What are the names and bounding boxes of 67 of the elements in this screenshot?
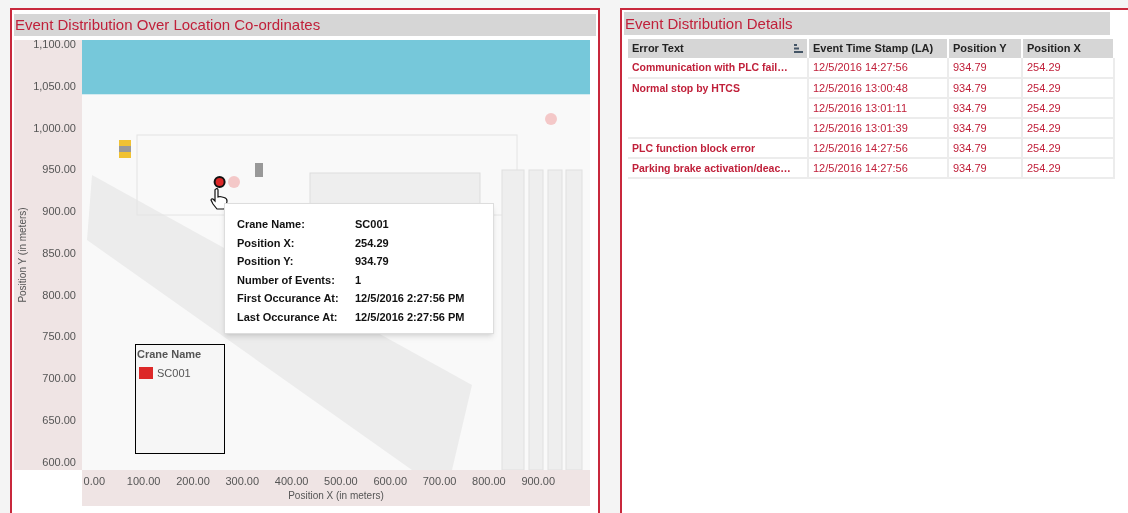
table-cell: 12/5/2016 13:00:48 [808,78,948,98]
x-tick-label: 700.00 [422,475,457,487]
x-tick-label: 900.00 [521,475,556,487]
tooltip-label: Crane Name: [237,217,306,232]
x-tick-label: 100.00 [126,475,161,487]
x-tick-label: 0.00 [83,475,106,487]
table-cell: Communication with PLC fail… [628,58,808,78]
tooltip-label: Position X: [237,235,296,251]
y-tick-label: 850.00 [42,246,76,259]
y-tick-label: 950.00 [42,163,76,176]
tooltip-label: Last Occurance At: [237,309,339,325]
tooltip-value: 1 [355,272,363,288]
table-cell: 934.79 [948,98,1022,118]
table-cell: PLC function block error [628,138,808,158]
table-cell: 12/5/2016 13:01:39 [808,118,948,138]
y-tick-label: 700.00 [42,372,76,385]
y-tick-label: 600.00 [42,455,76,468]
x-tick-label: 400.00 [274,475,309,487]
tooltip-value: 934.79 [355,254,390,269]
table-cell: 934.79 [948,58,1022,78]
tooltip-value: 12/5/2016 2:27:56 PM [355,309,466,325]
x-tick-label: 300.00 [225,475,260,487]
table-cell: 934.79 [948,78,1022,98]
table-cell: 12/5/2016 14:27:56 [808,158,948,178]
table-cell: 254.29 [1022,158,1114,178]
table-cell: Normal stop by HTCS [628,78,808,138]
tooltip-value: 12/5/2016 2:27:56 PM [355,291,466,306]
table-cell: 934.79 [948,118,1022,138]
y-tick-label: 650.00 [42,413,76,426]
x-tick-label: 500.00 [324,475,358,487]
tooltip-label: Number of Events: [237,272,336,288]
table-cell: 254.29 [1022,118,1114,138]
tooltip-label: First Occurance At: [237,291,340,306]
tooltip-value: 254.29 [355,235,390,251]
sort-icon[interactable] [794,44,803,53]
x-tick-label: 600.00 [373,475,408,487]
column-header[interactable]: Event Time Stamp (LA) [808,39,948,58]
table-cell: Parking brake activation/deac… [628,158,808,178]
y-tick-label: 800.00 [42,288,76,301]
table-cell: 254.29 [1022,78,1114,98]
table-cell: 12/5/2016 14:27:56 [808,58,948,78]
table-cell: 934.79 [948,138,1022,158]
tooltip-value: SC001 [355,217,390,232]
column-header[interactable]: Position Y [948,39,1022,58]
table-cell: 934.79 [948,158,1022,178]
y-tick-label: 750.00 [42,330,76,343]
y-tick-label: 1,050.00 [33,79,76,92]
x-tick-label: 800.00 [472,475,506,487]
column-header[interactable]: Position X [1022,39,1114,58]
panel-title: Event Distribution Over Location Co-ordinates [14,14,596,36]
table-cell: 254.29 [1022,98,1114,118]
tooltip-label: Position Y: [237,254,295,269]
table-cell: 12/5/2016 13:01:11 [808,98,948,118]
table-cell: 12/5/2016 14:27:56 [808,138,948,158]
data-point[interactable] [213,175,226,188]
panel-title: Event Distribution Details [624,12,1110,35]
y-tick-label: 900.00 [42,205,76,218]
x-tick-label: 200.00 [176,475,210,487]
table-cell: 254.29 [1022,58,1114,78]
x-axis-title: Position X (in meters) [288,490,384,501]
y-tick-label: 1,000.00 [33,121,76,134]
header-label: Error Text [632,41,684,57]
y-tick-label: 1,100.00 [33,40,76,51]
y-axis-title: Position Y (in meters) [17,207,28,303]
table-cell: 254.29 [1022,138,1114,158]
legend-title: Crane Name [137,347,203,362]
legend-label[interactable]: SC001 [157,364,191,381]
